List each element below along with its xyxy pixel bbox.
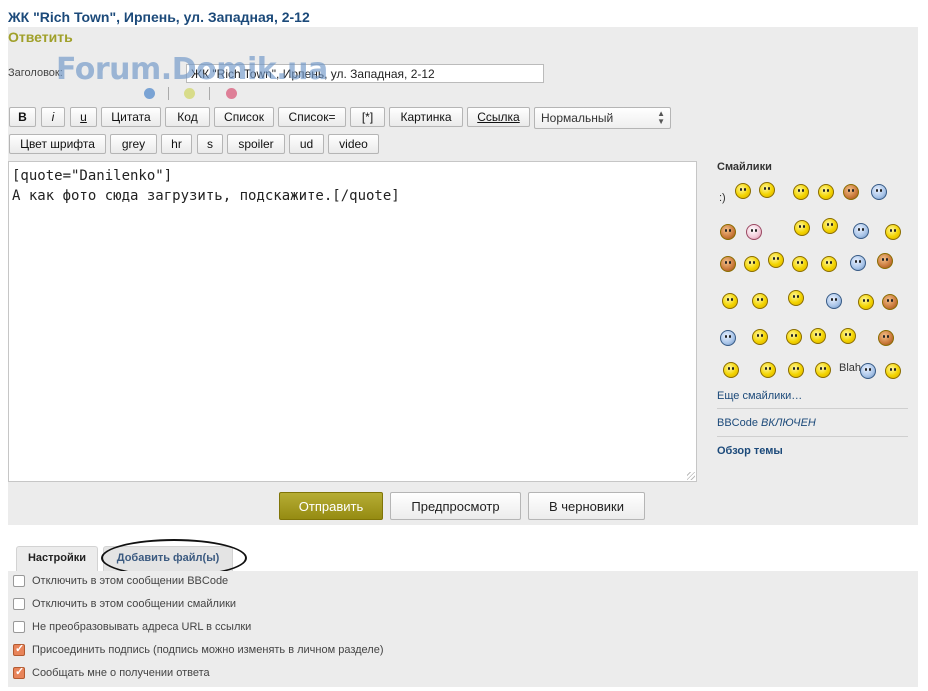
subject-label: Заголовок: [8, 67, 63, 79]
hr-button[interactable]: hr [161, 134, 192, 154]
strike-button[interactable]: s [197, 134, 223, 154]
smiley-icon[interactable] [723, 362, 739, 378]
checkbox-checked[interactable] [13, 665, 25, 679]
smiley-icon[interactable] [720, 330, 736, 346]
smiley-icon[interactable] [878, 330, 894, 346]
topic-review-link[interactable]: Обзор темы [717, 445, 783, 457]
link-button[interactable]: Ссылка [467, 107, 530, 127]
smiley-icon[interactable] [788, 290, 804, 306]
bbcode-state: ВКЛЮЧЕН [761, 417, 816, 429]
bold-button[interactable]: B [9, 107, 36, 127]
smiley-icon[interactable] [871, 184, 887, 200]
smiley-icon[interactable] [877, 253, 893, 269]
reply-heading: Ответить [8, 29, 73, 45]
smiley-icon[interactable] [786, 329, 802, 345]
checkbox-checked[interactable] [13, 642, 25, 656]
smiley-icon[interactable] [722, 293, 738, 309]
smiley-icon[interactable] [822, 218, 838, 234]
grey-button[interactable]: grey [110, 134, 157, 154]
more-smilies-link[interactable]: Еще смайлики… [717, 390, 802, 402]
smiley-icon[interactable] [752, 293, 768, 309]
ordered-list-button[interactable]: Список= [278, 107, 346, 127]
smiley-icon[interactable] [858, 294, 874, 310]
smiley-text-icon[interactable]: :) [719, 192, 726, 204]
submit-button[interactable]: Отправить [279, 492, 383, 520]
smiley-icon[interactable] [810, 328, 826, 344]
smiley-icon[interactable] [794, 220, 810, 236]
watermark-dot [144, 88, 155, 99]
option-label: Отключить в этом сообщении BBCode [32, 575, 229, 587]
smiley-icon[interactable] [882, 294, 898, 310]
code-button[interactable]: Код [165, 107, 210, 127]
watermark-dot [184, 88, 195, 99]
smiley-icon[interactable] [885, 363, 901, 379]
font-color-button[interactable]: Цвет шрифта [9, 134, 106, 154]
resize-handle-icon[interactable] [687, 472, 695, 480]
topic-title[interactable]: ЖК "Rich Town", Ирпень, ул. Западная, 2-… [8, 9, 310, 25]
font-size-select-value: Нормальный [541, 111, 614, 125]
select-arrows-icon: ▲ ▼ [657, 109, 665, 126]
smiley-icon[interactable] [818, 184, 834, 200]
spoiler-button[interactable]: spoiler [227, 134, 285, 154]
watermark-divider [209, 87, 210, 100]
watermark-dot [226, 88, 237, 99]
underline-button[interactable]: u [70, 107, 97, 127]
list-item-button[interactable]: [*] [350, 107, 385, 127]
smilies-title: Смайлики [717, 161, 772, 173]
smiley-icon[interactable] [860, 363, 876, 379]
smiley-icon[interactable] [826, 293, 842, 309]
italic-button[interactable]: i [41, 107, 65, 127]
image-button[interactable]: Картинка [389, 107, 463, 127]
smiley-icon[interactable] [843, 184, 859, 200]
blah-smiley-icon[interactable]: Blah [839, 362, 861, 374]
save-draft-button[interactable]: В черновики [528, 492, 645, 520]
subject-input[interactable] [186, 64, 544, 83]
smiley-icon[interactable] [853, 223, 869, 239]
smiley-icon[interactable] [840, 328, 856, 344]
divider [717, 436, 908, 437]
bbcode-status[interactable]: BBCode ВКЛЮЧЕН [717, 417, 816, 429]
checkbox[interactable] [13, 621, 25, 633]
smiley-icon[interactable] [821, 256, 837, 272]
option-label: Присоединить подпись (подпись можно изме… [32, 644, 384, 656]
option-label: Не преобразовывать адреса URL в ссылки [32, 621, 252, 633]
smiley-icon[interactable] [768, 252, 784, 268]
smiley-icon[interactable] [760, 362, 776, 378]
watermark-divider [168, 87, 169, 100]
option-label: Сообщать мне о получении ответа [32, 667, 210, 679]
list-button[interactable]: Список [214, 107, 274, 127]
video-button[interactable]: video [328, 134, 379, 154]
smiley-icon[interactable] [720, 256, 736, 272]
smiley-icon[interactable] [759, 182, 775, 198]
smiley-icon[interactable] [885, 224, 901, 240]
smiley-icon[interactable] [746, 224, 762, 240]
font-size-select[interactable]: Нормальный ▲ ▼ [534, 107, 671, 129]
smiley-icon[interactable] [815, 362, 831, 378]
editor-line: А как фото сюда загрузить, подскажите.[/… [12, 188, 400, 204]
smiley-icon[interactable] [735, 183, 751, 199]
preview-button[interactable]: Предпросмотр [390, 492, 521, 520]
divider [717, 408, 908, 409]
checkbox[interactable] [13, 575, 25, 587]
editor-line: [quote="Danilenko"] [12, 168, 173, 184]
smiley-icon[interactable] [744, 256, 760, 272]
smiley-icon[interactable] [720, 224, 736, 240]
smiley-icon[interactable] [792, 256, 808, 272]
message-textarea[interactable]: [quote="Danilenko"] А как фото сюда загр… [8, 161, 697, 482]
quote-button[interactable]: Цитата [101, 107, 161, 127]
smiley-icon[interactable] [788, 362, 804, 378]
option-label: Отключить в этом сообщении смайлики [32, 598, 237, 610]
tab-settings[interactable]: Настройки [16, 546, 98, 571]
smiley-icon[interactable] [850, 255, 866, 271]
smiley-icon[interactable] [752, 329, 768, 345]
checkbox[interactable] [13, 598, 25, 610]
bbcode-label: BBCode [717, 417, 758, 429]
smiley-icon[interactable] [793, 184, 809, 200]
ud-button[interactable]: ud [289, 134, 324, 154]
